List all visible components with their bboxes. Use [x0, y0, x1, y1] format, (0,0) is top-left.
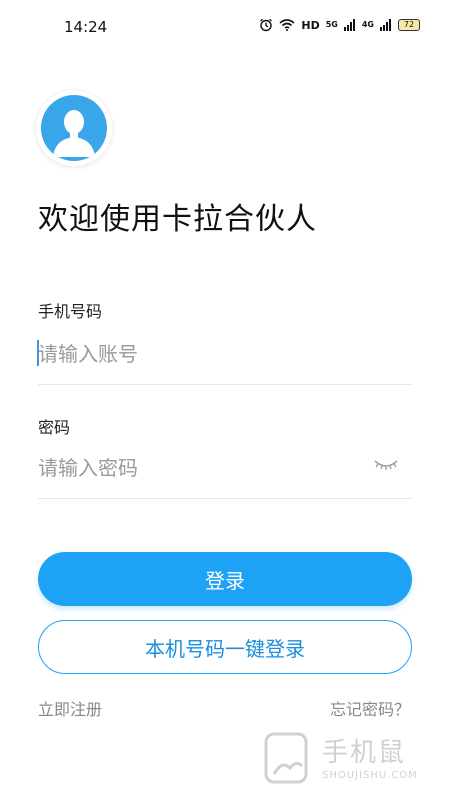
signal-icon — [343, 19, 355, 31]
watermark-logo-icon — [264, 732, 308, 784]
net-4g-label: 4G — [361, 20, 374, 29]
phone-label: 手机号码 — [38, 302, 103, 321]
phone-input[interactable] — [38, 339, 338, 369]
alarm-icon — [260, 18, 273, 32]
page-title: 欢迎使用卡拉合伙人 — [38, 202, 317, 237]
one-key-login-button[interactable]: 本机号码一键登录 — [38, 620, 412, 674]
password-input[interactable] — [38, 453, 338, 483]
avatar-circle — [41, 95, 107, 161]
password-divider — [38, 498, 412, 499]
person-silhouette-icon — [53, 110, 95, 157]
battery-indicator: 72 — [398, 19, 420, 31]
signal-icon — [380, 19, 391, 31]
login-button-label: 登录 — [205, 568, 245, 593]
eye-closed-icon[interactable] — [372, 455, 400, 473]
watermark-subtext: SHOUJISHU.COM — [322, 770, 418, 781]
forgot-password-link[interactable]: 忘记密码？ — [330, 696, 410, 720]
phone-divider — [38, 384, 412, 385]
wifi-icon — [279, 19, 295, 31]
status-icons: HD 5G 4G 72 — [259, 18, 420, 32]
register-link[interactable]: 立即注册 — [38, 696, 102, 720]
watermark: 手机鼠 SHOUJISHU.COM — [262, 726, 432, 792]
one-key-login-label: 本机号码一键登录 — [145, 636, 305, 661]
hd-indicator: HD — [301, 18, 320, 32]
watermark-text: 手机鼠 — [322, 738, 407, 768]
status-bar: 14:24 HD 5G 4G 72 — [0, 0, 450, 56]
password-label: 密码 — [38, 418, 71, 437]
net-5g-label: 5G — [325, 20, 338, 29]
avatar[interactable] — [36, 90, 112, 166]
login-button[interactable]: 登录 — [38, 552, 412, 606]
status-time: 14:24 — [64, 18, 108, 36]
